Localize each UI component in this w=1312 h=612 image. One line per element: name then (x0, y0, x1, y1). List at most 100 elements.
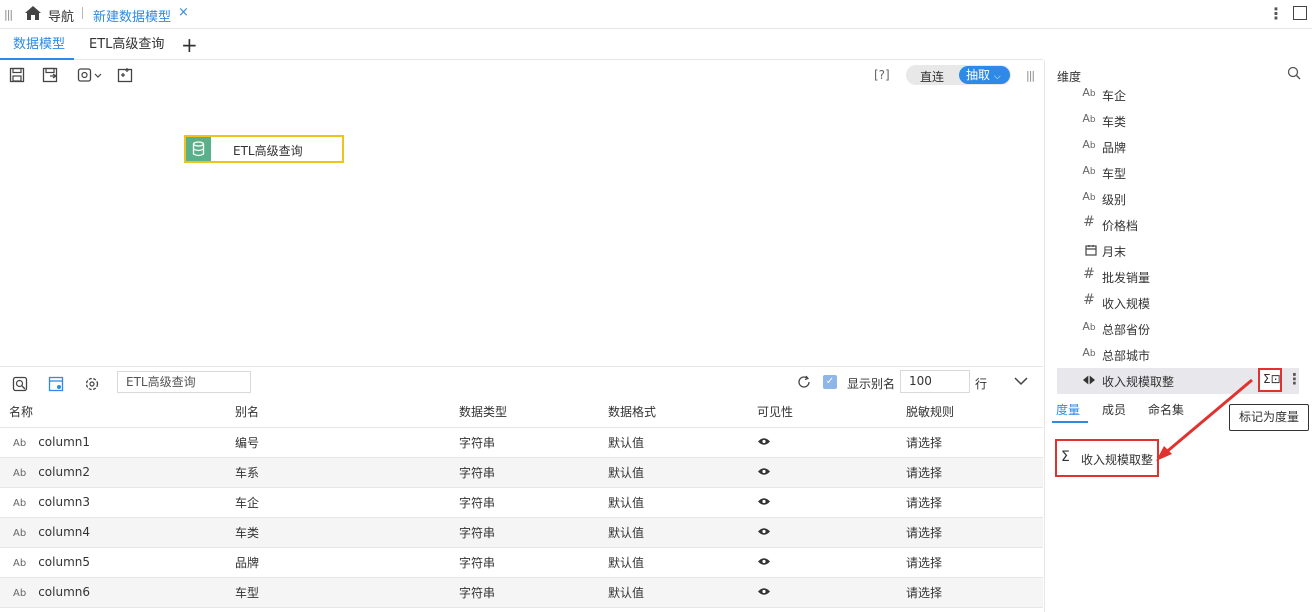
eye-icon[interactable] (757, 587, 771, 596)
cell-name: Ab column5 (0, 547, 226, 578)
measure-item[interactable]: Σ 收入规模取整 (1055, 439, 1159, 477)
cell-type[interactable]: 字符串 (450, 547, 599, 578)
cell-visibility[interactable] (748, 577, 897, 608)
etl-query-node[interactable]: ETL高级查询 (184, 135, 344, 163)
dimension-item[interactable]: # 价格档 (1057, 212, 1312, 238)
tab-data-model[interactable]: 数据模型 (0, 30, 74, 60)
search-icon[interactable] (1287, 66, 1301, 80)
string-type-icon: Ab (1082, 320, 1096, 333)
connection-mode-toggle[interactable]: 直连 抽取 ⌵ (906, 65, 1011, 85)
cell-visibility[interactable] (748, 427, 897, 458)
dimension-item[interactable]: # 批发销量 (1057, 264, 1312, 290)
show-alias-checkbox[interactable]: ✓ (823, 375, 837, 389)
dimension-item[interactable]: Ab 级别 (1057, 186, 1312, 212)
cell-type[interactable]: 字符串 (450, 427, 599, 458)
cell-type[interactable]: 字符串 (450, 517, 599, 548)
cell-format[interactable]: 默认值 (599, 427, 748, 458)
eye-icon[interactable] (757, 437, 771, 446)
dimension-item[interactable]: Ab 车类 (1057, 108, 1312, 134)
cell-format[interactable]: 默认值 (599, 547, 748, 578)
cell-format[interactable]: 默认值 (599, 577, 748, 608)
data-source-dropdown-icon[interactable] (77, 67, 103, 83)
mode-direct[interactable]: 直连 (920, 68, 944, 85)
table-row[interactable]: Ab column3 车企 字符串 默认值 请选择 (0, 487, 1043, 518)
add-table-icon[interactable] (117, 67, 133, 83)
grid-toolbar: ETL高级查询 ✓ 显示别名 100 行 (0, 366, 1043, 396)
tab-etl-query[interactable]: ETL高级查询 (89, 30, 164, 60)
nav-label[interactable]: 导航 (48, 6, 74, 25)
add-tab-icon[interactable]: + (181, 33, 198, 57)
dimension-item[interactable]: Ab 车企 (1057, 82, 1312, 108)
eye-icon[interactable] (757, 527, 771, 536)
close-icon[interactable]: × (178, 5, 189, 20)
dimension-item[interactable]: Ab 总部省份 (1057, 316, 1312, 342)
string-type-icon: Ab (1082, 190, 1096, 203)
tab-measure[interactable]: 度量 (1056, 401, 1080, 418)
table-row[interactable]: Ab column5 品牌 字符串 默认值 请选择 (0, 547, 1043, 578)
preview-icon[interactable] (12, 376, 28, 392)
cell-mask[interactable]: 请选择 (897, 457, 1043, 488)
cell-mask[interactable]: 请选择 (897, 517, 1043, 548)
measure-mark-icon: Σ⊡ (1263, 372, 1281, 386)
cell-visibility[interactable] (748, 547, 897, 578)
save-icon[interactable] (9, 67, 25, 83)
refresh-icon[interactable] (796, 374, 812, 390)
cell-mask[interactable]: 请选择 (897, 427, 1043, 458)
cell-visibility[interactable] (748, 517, 897, 548)
collapse-chevron-icon[interactable] (1012, 373, 1030, 389)
cell-alias[interactable]: 品牌 (226, 547, 450, 578)
table-row[interactable]: Ab column2 车系 字符串 默认值 请选择 (0, 457, 1043, 488)
dimension-item[interactable]: Ab 品牌 (1057, 134, 1312, 160)
cell-type[interactable]: 字符串 (450, 487, 599, 518)
dimension-label: 车型 (1102, 167, 1127, 181)
cell-alias[interactable]: 车类 (226, 517, 450, 548)
cell-type[interactable]: 字符串 (450, 457, 599, 488)
eye-icon[interactable] (757, 497, 771, 506)
panel-toggle-icon[interactable]: ||| (1026, 69, 1035, 82)
cell-format[interactable]: 默认值 (599, 457, 748, 488)
cell-mask[interactable]: 请选择 (897, 487, 1043, 518)
dimension-item[interactable]: # 收入规模 (1057, 290, 1312, 316)
string-type-icon: Ab (13, 588, 27, 599)
save-as-icon[interactable] (42, 67, 58, 83)
string-type-icon: Ab (1082, 138, 1096, 151)
mode-extract[interactable]: 抽取 ⌵ (959, 66, 1010, 84)
table-name-input[interactable]: ETL高级查询 (117, 371, 251, 393)
home-icon[interactable] (24, 5, 42, 21)
tab-members[interactable]: 成员 (1102, 401, 1126, 418)
eye-icon[interactable] (757, 467, 771, 476)
dimension-item[interactable]: 月末 (1057, 238, 1312, 264)
cell-visibility[interactable] (748, 487, 897, 518)
table-row[interactable]: Ab column6 车型 字符串 默认值 请选择 (0, 577, 1043, 608)
eye-icon[interactable] (757, 557, 771, 566)
maximize-icon[interactable] (1293, 6, 1307, 20)
settings-icon[interactable] (84, 376, 100, 392)
cell-type[interactable]: 字符串 (450, 577, 599, 608)
table-view-icon[interactable] (48, 376, 64, 392)
cell-alias[interactable]: 车型 (226, 577, 450, 608)
cell-alias[interactable]: 车系 (226, 457, 450, 488)
cell-alias[interactable]: 车企 (226, 487, 450, 518)
field-name: column4 (38, 525, 91, 539)
menu-icon[interactable]: ||| (4, 8, 13, 21)
mark-as-measure-button[interactable]: Σ⊡ (1258, 368, 1282, 392)
rows-count-input[interactable]: 100 (900, 370, 970, 393)
tab-new-data-model[interactable]: 新建数据模型 (93, 6, 171, 25)
table-row[interactable]: Ab column4 车类 字符串 默认值 请选择 (0, 517, 1043, 548)
dimension-item[interactable]: Ab 车型 (1057, 160, 1312, 186)
table-row[interactable]: Ab column1 编号 字符串 默认值 请选择 (0, 427, 1043, 458)
help-icon[interactable]: [?] (874, 68, 890, 82)
item-more-icon[interactable]: ⋮ (1287, 370, 1302, 388)
string-type-icon: Ab (13, 498, 27, 509)
cell-format[interactable]: 默认值 (599, 487, 748, 518)
cell-visibility[interactable] (748, 457, 897, 488)
col-header-format: 数据格式 (599, 397, 748, 428)
cell-mask[interactable]: 请选择 (897, 547, 1043, 578)
field-name: column3 (38, 495, 91, 509)
dimension-item[interactable]: Ab 总部城市 (1057, 342, 1312, 368)
cell-name: Ab column3 (0, 487, 226, 518)
cell-mask[interactable]: 请选择 (897, 577, 1043, 608)
cell-format[interactable]: 默认值 (599, 517, 748, 548)
cell-alias[interactable]: 编号 (226, 427, 450, 458)
more-menu-icon[interactable]: ⋮ (1268, 4, 1284, 23)
